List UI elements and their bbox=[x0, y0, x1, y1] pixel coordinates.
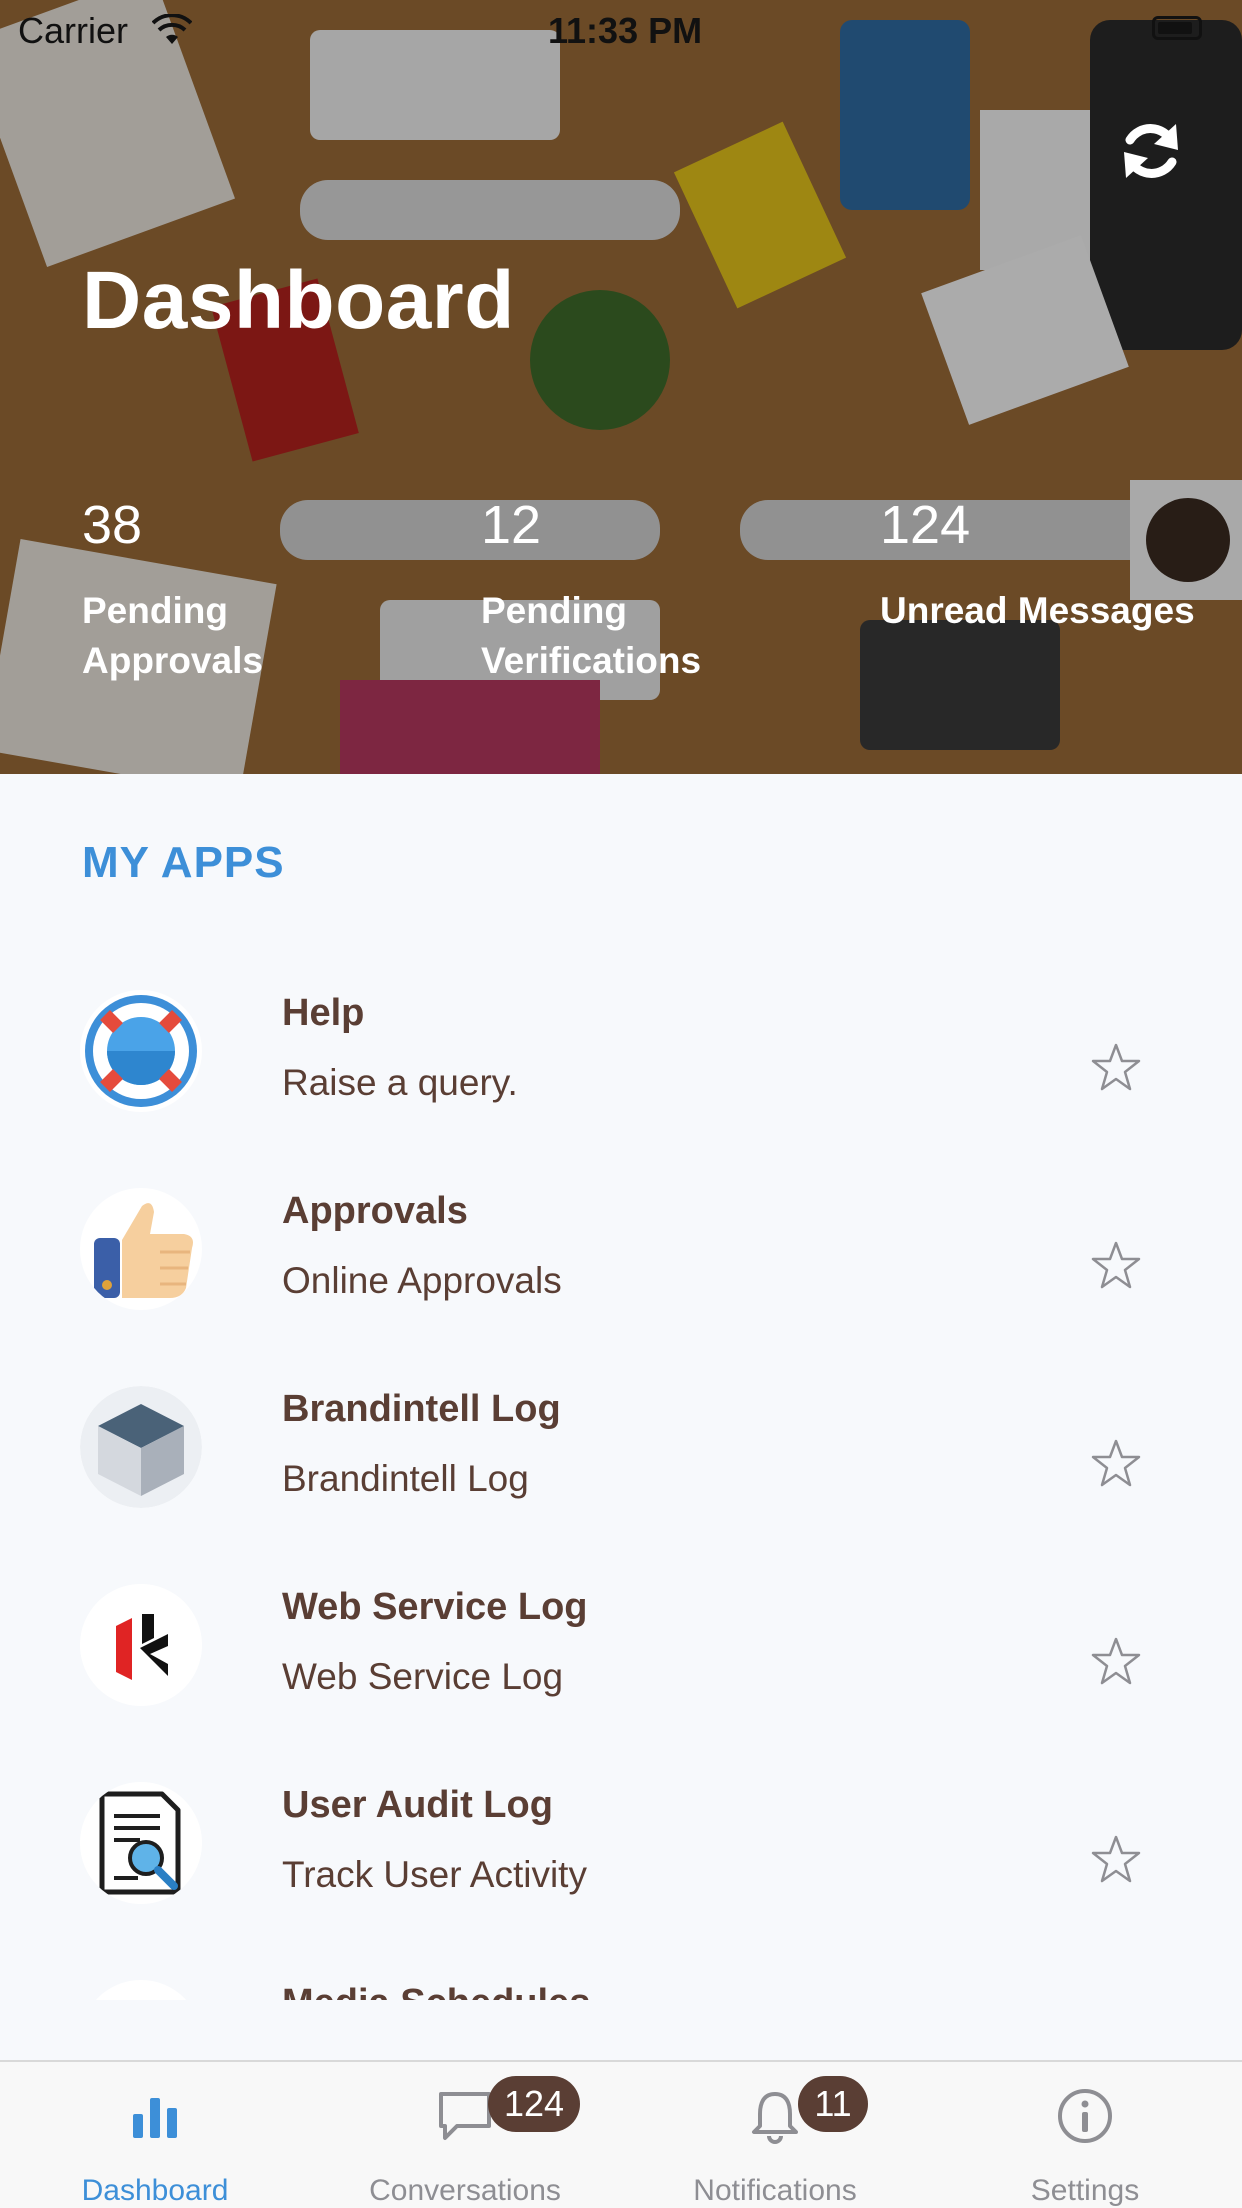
tab-label: Notifications bbox=[693, 2174, 857, 2207]
tab-settings[interactable]: Settings bbox=[930, 2062, 1240, 2208]
info-circle-icon bbox=[1058, 2089, 1112, 2143]
tab-notifications[interactable]: 11 Notifications bbox=[620, 2062, 930, 2208]
star-icon[interactable] bbox=[1090, 1240, 1142, 1290]
clock: 11:33 PM bbox=[548, 10, 703, 51]
app-subtitle: Brandintell Log bbox=[282, 1458, 529, 1499]
app-subtitle: Online Approvals bbox=[282, 1260, 562, 1301]
app-title: Media Schedules bbox=[282, 1982, 590, 2000]
stat-label: Unread Messages bbox=[880, 590, 1195, 631]
app-subtitle: Track User Activity bbox=[282, 1854, 587, 1895]
stat-label: Pending Approvals bbox=[82, 590, 263, 681]
web-service-logo-icon bbox=[80, 1584, 202, 1706]
app-item-help[interactable]: Help Raise a query. bbox=[0, 940, 1242, 1138]
document-search-icon bbox=[80, 1782, 202, 1904]
app-title: Help bbox=[282, 992, 365, 1034]
dashboard-header: Carrier 11:33 PM Dashboard 38 Pending Ap… bbox=[0, 0, 1242, 774]
unread-badge: 124 bbox=[488, 2076, 581, 2132]
app-item-user-audit-log[interactable]: User Audit Log Track User Activity bbox=[0, 1732, 1242, 1930]
app-subtitle: Raise a query. bbox=[282, 1062, 518, 1103]
wifi-icon bbox=[152, 14, 192, 44]
tab-dashboard[interactable]: Dashboard bbox=[0, 2062, 310, 2208]
app-item-brandintell-log[interactable]: Brandintell Log Brandintell Log bbox=[0, 1336, 1242, 1534]
app-item-approvals[interactable]: Approvals Online Approvals bbox=[0, 1138, 1242, 1336]
my-apps-heading: MY APPS bbox=[82, 838, 285, 887]
stat-label: Pending Verifications bbox=[481, 590, 702, 681]
stat-unread-messages[interactable]: 124 Unread Messages bbox=[880, 494, 1240, 636]
app-title: Brandintell Log bbox=[282, 1388, 561, 1430]
tab-bar: Dashboard 124 Conversations 11 Notificat… bbox=[0, 2060, 1242, 2208]
app-item-web-service-log[interactable]: Web Service Log Web Service Log bbox=[0, 1534, 1242, 1732]
lifebuoy-icon bbox=[80, 990, 202, 1112]
star-icon[interactable] bbox=[1090, 1438, 1142, 1488]
bell-icon bbox=[752, 2092, 798, 2144]
app-item-media-schedules[interactable]: Media Schedules bbox=[0, 1930, 1242, 2000]
star-icon[interactable] bbox=[1090, 1636, 1142, 1686]
tab-label: Dashboard bbox=[81, 2174, 229, 2207]
stat-pending-approvals[interactable]: 38 Pending Approvals bbox=[82, 494, 382, 686]
battery-icon bbox=[1152, 16, 1202, 40]
tab-label: Settings bbox=[1030, 2174, 1140, 2207]
calendar-icon bbox=[80, 1980, 202, 2000]
app-subtitle: Web Service Log bbox=[282, 1656, 564, 1697]
tab-label: Conversations bbox=[369, 2174, 561, 2207]
star-icon[interactable] bbox=[1090, 1042, 1142, 1092]
star-icon[interactable] bbox=[1090, 1834, 1142, 1884]
app-title: User Audit Log bbox=[282, 1784, 553, 1826]
app-list[interactable]: Help Raise a query. Approvals Online App… bbox=[0, 940, 1242, 2000]
tab-conversations[interactable]: 124 Conversations bbox=[310, 2062, 620, 2208]
bar-chart-icon bbox=[133, 2098, 177, 2138]
app-title: Approvals bbox=[282, 1190, 468, 1232]
thumbs-up-icon bbox=[80, 1188, 202, 1310]
cube-icon bbox=[80, 1386, 202, 1508]
carrier-label: Carrier bbox=[18, 10, 129, 51]
stat-value: 124 bbox=[880, 495, 971, 555]
stat-value: 12 bbox=[481, 495, 542, 555]
status-bar: Carrier 11:33 PM bbox=[0, 0, 1242, 60]
stat-pending-verifications[interactable]: 12 Pending Verifications bbox=[481, 494, 811, 686]
app-title: Web Service Log bbox=[282, 1586, 588, 1628]
stat-value: 38 bbox=[82, 495, 143, 555]
refresh-icon[interactable] bbox=[1116, 116, 1186, 186]
chat-bubble-icon bbox=[439, 2092, 491, 2140]
page-title: Dashboard bbox=[82, 255, 515, 346]
notification-badge: 11 bbox=[798, 2076, 868, 2132]
